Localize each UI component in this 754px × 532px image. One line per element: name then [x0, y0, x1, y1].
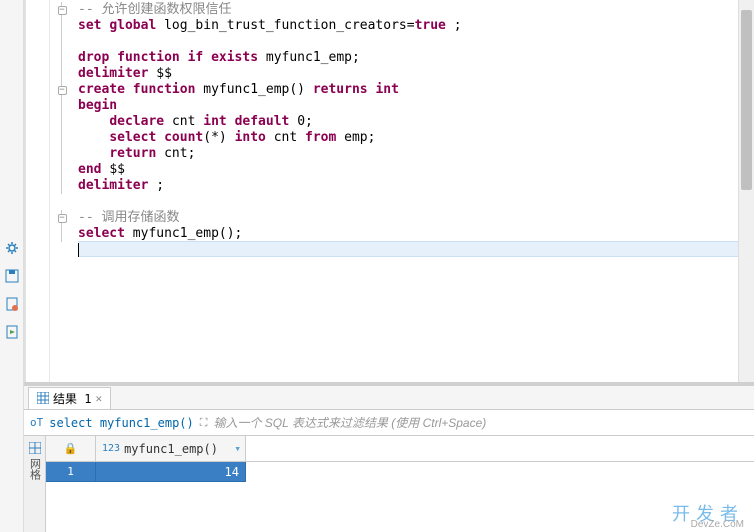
editor-ruler — [26, 0, 50, 382]
code-line[interactable]: create function myfunc1_emp() returns in… — [78, 82, 738, 98]
save-icon[interactable] — [4, 268, 20, 284]
code-line[interactable]: return cnt; — [78, 146, 738, 162]
code-line[interactable] — [78, 194, 738, 210]
results-tab-label: 结果 1 — [53, 390, 91, 407]
sql-label-icon: oT — [30, 416, 43, 429]
results-tab-1[interactable]: 结果 1 ✕ — [28, 387, 111, 409]
execute-icon[interactable] — [4, 324, 20, 340]
column-name: myfunc1_emp() — [124, 442, 218, 456]
code-line[interactable] — [78, 34, 738, 50]
code-line[interactable]: select myfunc1_emp(); — [78, 226, 738, 242]
vertical-scrollbar[interactable] — [738, 0, 754, 382]
cell-value[interactable]: 14 — [96, 462, 246, 482]
fold-gutter: − − − — [50, 0, 74, 382]
code-line[interactable]: -- 允许创建函数权限信任 — [78, 2, 738, 18]
grid-header: 🔒 123 myfunc1_emp() ▾ — [46, 436, 754, 462]
code-area[interactable]: -- 允许创建函数权限信任set global log_bin_trust_fu… — [74, 0, 738, 382]
left-toolbar — [0, 0, 24, 532]
code-line[interactable]: delimiter ; — [78, 178, 738, 194]
column-type-badge: 123 — [102, 443, 120, 454]
gear-icon[interactable] — [4, 240, 20, 256]
fold-toggle[interactable]: − — [50, 210, 74, 226]
code-line[interactable]: set global log_bin_trust_function_creato… — [78, 18, 738, 34]
code-line[interactable] — [78, 241, 738, 257]
code-line[interactable]: -- 调用存储函数 — [78, 210, 738, 226]
code-line[interactable]: select count(*) into cnt from emp; — [78, 130, 738, 146]
column-header[interactable]: 123 myfunc1_emp() ▾ — [96, 436, 246, 461]
grid-view-label: 网格 — [27, 458, 43, 480]
results-panel: 结果 1 ✕ oT select myfunc1_emp() ⛶ 输入一个 SQ… — [24, 382, 754, 532]
results-grid[interactable]: 🔒 123 myfunc1_emp() ▾ 1 14 — [46, 436, 754, 532]
close-icon[interactable]: ✕ — [95, 392, 102, 405]
row-number: 1 — [46, 462, 96, 482]
column-filter-icon[interactable]: ▾ — [234, 442, 241, 455]
sql-editor[interactable]: − − − -- 允许创建函数权限信任set global log_bin_trus… — [24, 0, 754, 382]
fold-toggle[interactable]: − — [50, 2, 74, 18]
code-line[interactable]: delimiter $$ — [78, 66, 738, 82]
code-line[interactable]: drop function if exists myfunc1_emp; — [78, 50, 738, 66]
fold-toggle[interactable]: − — [50, 82, 74, 98]
grid-corner: 🔒 — [46, 436, 96, 461]
filter-placeholder[interactable]: 输入一个 SQL 表达式来过滤结果 (使用 Ctrl+Space) — [213, 414, 486, 431]
lock-icon: 🔒 — [64, 442, 78, 455]
results-filter-bar: oT select myfunc1_emp() ⛶ 输入一个 SQL 表达式来过… — [24, 410, 754, 436]
grid-view-icon[interactable] — [29, 442, 41, 454]
expand-icon[interactable]: ⛶ — [200, 416, 208, 430]
results-tabs: 结果 1 ✕ — [24, 386, 754, 410]
scrollbar-thumb[interactable] — [741, 10, 752, 190]
executed-sql: select myfunc1_emp() — [49, 416, 194, 430]
code-line[interactable]: end $$ — [78, 162, 738, 178]
code-line[interactable]: declare cnt int default 0; — [78, 114, 738, 130]
table-row[interactable]: 1 14 — [46, 462, 754, 482]
code-line[interactable]: begin — [78, 98, 738, 114]
results-view-tabs[interactable]: 网格 — [24, 436, 46, 532]
script-icon[interactable] — [4, 296, 20, 312]
grid-icon — [37, 392, 49, 404]
